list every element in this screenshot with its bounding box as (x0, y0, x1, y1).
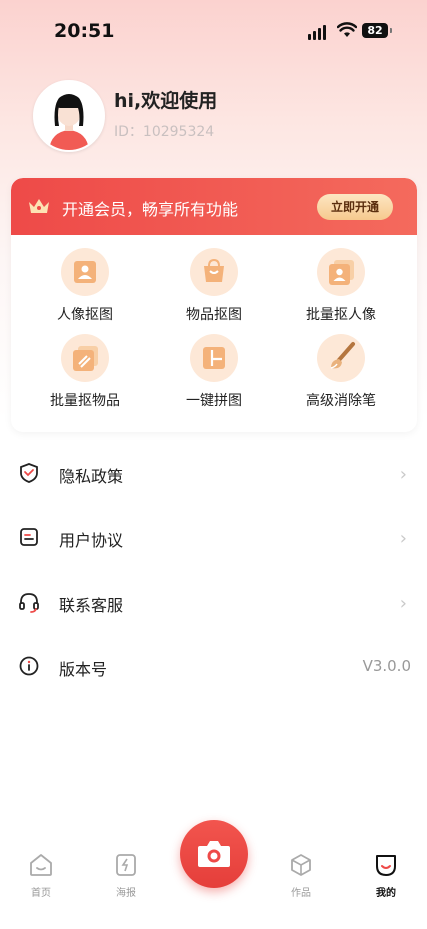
collage-icon (190, 334, 238, 382)
version-value: V3.0.0 (362, 657, 411, 675)
shield-icon (20, 463, 38, 483)
status-bar: 20:51 82 (0, 0, 427, 60)
feature-one-click-collage[interactable]: 一键拼图 (154, 334, 274, 410)
feature-portrait-cutout[interactable]: 人像抠图 (25, 248, 145, 324)
greeting-text: hi,欢迎使用 (114, 90, 218, 112)
avatar[interactable] (33, 80, 105, 152)
signal-icon (308, 25, 326, 40)
feature-label: 批量抠物品 (50, 393, 120, 409)
tab-label: 海报 (116, 888, 136, 899)
status-time: 20:51 (54, 20, 115, 42)
member-banner-text: 开通会员，畅享所有功能 (62, 200, 239, 219)
batch-portrait-icon (317, 248, 365, 296)
chevron-right-icon: › (399, 528, 407, 549)
tab-home[interactable]: 首页 (11, 852, 71, 899)
menu-item-label: 隐私政策 (59, 467, 124, 486)
info-icon (19, 656, 39, 676)
feature-label: 批量抠人像 (306, 307, 376, 323)
feature-advanced-eraser[interactable]: 高级消除笔 (281, 334, 401, 410)
tab-works[interactable]: 作品 (271, 852, 331, 899)
open-vip-button[interactable]: 立即开通 (317, 194, 393, 220)
crown-icon (29, 199, 49, 213)
chevron-right-icon: › (399, 464, 407, 485)
menu-item-version[interactable]: 版本号 V3.0.0 (0, 635, 427, 699)
brush-icon (317, 334, 365, 382)
menu-item-label: 联系客服 (59, 596, 124, 615)
tab-poster[interactable]: 海报 (96, 852, 156, 899)
tab-mine[interactable]: 我的 (356, 852, 416, 899)
avatar-image (35, 82, 103, 150)
feature-batch-portrait[interactable]: 批量抠人像 (281, 248, 401, 324)
feature-label: 高级消除笔 (306, 393, 376, 409)
feature-batch-object[interactable]: 批量抠物品 (25, 334, 145, 410)
poster-icon (116, 854, 136, 876)
menu-item-contact-support[interactable]: 联系客服 › (0, 571, 427, 635)
chevron-right-icon: › (399, 593, 407, 614)
menu-item-label: 版本号 (59, 660, 108, 679)
menu-item-privacy-policy[interactable]: 隐私政策 › (0, 442, 427, 506)
tab-label: 我的 (376, 888, 396, 899)
home-icon (30, 854, 52, 876)
member-card: 开通会员，畅享所有功能 立即开通 人像抠图 物品抠图 批量抠人像 批量抠物品 一… (11, 178, 417, 432)
headset-icon (19, 593, 39, 613)
feature-object-cutout[interactable]: 物品抠图 (154, 248, 274, 324)
portrait-icon (61, 248, 109, 296)
cube-icon (291, 854, 311, 876)
feature-label: 物品抠图 (186, 307, 242, 323)
menu-item-user-agreement[interactable]: 用户协议 › (0, 506, 427, 570)
camera-button[interactable] (180, 820, 248, 888)
user-id: ID：10295324 (114, 124, 215, 140)
member-banner[interactable]: 开通会员，畅享所有功能 立即开通 (11, 178, 417, 235)
tab-label: 首页 (31, 888, 51, 899)
battery-icon: 82 (362, 23, 392, 38)
document-icon (20, 528, 38, 546)
feature-label: 人像抠图 (57, 307, 113, 323)
menu-item-label: 用户协议 (59, 531, 124, 550)
wifi-icon (337, 22, 357, 37)
tab-label: 作品 (291, 888, 311, 899)
bag-icon (190, 248, 238, 296)
smile-face-icon (376, 855, 396, 876)
camera-icon (198, 841, 230, 867)
feature-label: 一键拼图 (186, 393, 242, 409)
batch-object-icon (61, 334, 109, 382)
